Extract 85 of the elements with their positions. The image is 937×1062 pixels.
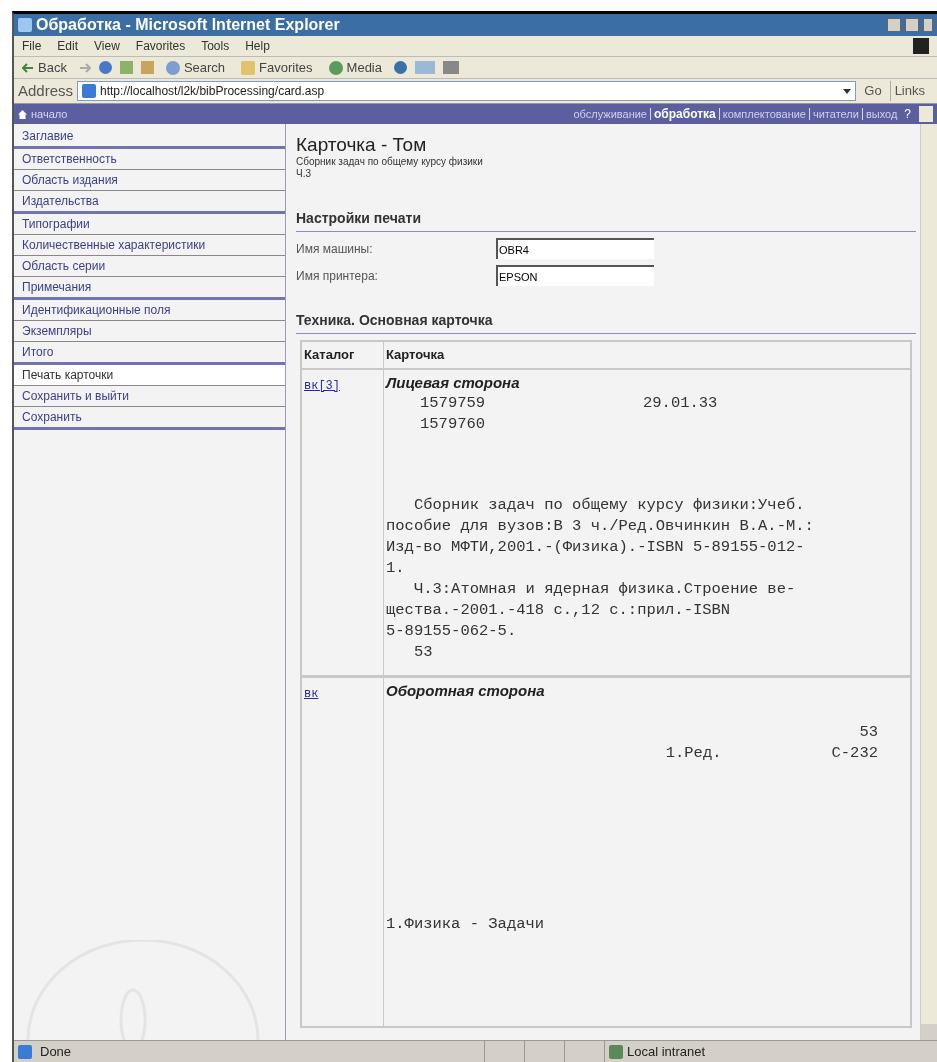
address-label: Address — [18, 80, 74, 101]
card-text-line: 1. — [386, 557, 406, 579]
input-field[interactable]: EPSON — [496, 265, 654, 286]
column-header: Карточка — [385, 346, 446, 364]
menu-item[interactable]: Help — [245, 37, 270, 55]
status-text: Done — [40, 1042, 72, 1061]
back-button[interactable]: Back — [18, 57, 71, 78]
classification-code: 53 — [859, 721, 878, 743]
sidebar-item[interactable]: Экземпляры — [14, 321, 285, 342]
input-field[interactable]: OBR4 — [496, 238, 654, 259]
forward-button[interactable] — [78, 62, 91, 73]
home-link[interactable]: начало — [31, 105, 68, 123]
help-link[interactable]: ? — [900, 105, 915, 123]
sidebar-item[interactable]: Примечания — [14, 277, 285, 297]
menu-item[interactable]: Edit — [57, 37, 79, 55]
sidebar-item[interactable]: Сохранить — [14, 407, 285, 427]
sidebar-item[interactable]: Издательства — [14, 191, 285, 211]
links-button[interactable]: Links — [889, 81, 933, 101]
inventory-number: 1579759 — [420, 392, 487, 414]
card-text-line: Сборник задач по общему курсу физики:Учеб. — [412, 494, 806, 516]
nav-link[interactable]: обработка — [649, 108, 719, 120]
page-icon — [82, 84, 97, 98]
nav-link[interactable]: выход — [861, 108, 901, 120]
inventory-number: 29.01.33 — [643, 392, 718, 414]
card-text-line: пособие для вузов:В 3 ч./Ред.Овчинкин В.А.-М.: — [386, 515, 815, 537]
section-heading: Настройки печати — [296, 208, 916, 232]
column-header: Каталог — [302, 342, 384, 368]
back-arrow-icon — [22, 62, 34, 73]
page-title: Карточка - Том — [296, 134, 428, 156]
search-button[interactable]: Search — [161, 57, 230, 78]
sidebar-item[interactable]: Количественные характеристики — [14, 235, 285, 256]
scroll-down-button[interactable] — [921, 1024, 937, 1040]
favorites-button[interactable]: Favorites — [237, 57, 317, 78]
nav-link[interactable]: обслуживание — [570, 108, 650, 120]
menu-item[interactable]: Favorites — [135, 37, 186, 55]
page-icon — [18, 1044, 32, 1059]
nav-link[interactable]: читатели — [809, 108, 862, 120]
sidebar-item[interactable]: Сохранить и выйти — [14, 386, 285, 407]
minimize-button[interactable] — [887, 18, 901, 32]
inventory-number: 1579760 — [420, 413, 487, 435]
menu-item[interactable]: View — [94, 37, 120, 55]
close-button[interactable] — [923, 18, 933, 32]
catalog-link[interactable]: вк[3] — [304, 378, 340, 393]
media-icon — [328, 60, 343, 75]
catalog-link[interactable]: вк — [304, 686, 319, 701]
sidebar-item[interactable]: Ответственность — [14, 149, 285, 170]
window-title: Обработка - Microsoft Internet Explorer — [36, 15, 340, 35]
nav-link[interactable]: комплектование — [718, 108, 809, 120]
volume-label: Ч.3 — [296, 168, 312, 180]
field-label: Имя машины: — [296, 240, 374, 258]
go-button[interactable]: Go — [860, 81, 886, 101]
scroll-up-button[interactable] — [919, 106, 933, 122]
section-heading: Техника. Основная карточка — [296, 310, 916, 334]
home-icon — [18, 109, 27, 119]
sidebar-item[interactable]: Заглавие — [14, 126, 285, 146]
card-side-title: Оборотная сторона — [386, 680, 546, 701]
card-side-title: Лицевая сторона — [386, 372, 521, 393]
address-field[interactable]: http://localhost/l2k/bibProcessing/card.asp — [77, 81, 857, 101]
subject-heading: 1.Физика - Задачи — [386, 913, 546, 935]
added-entry: 1.Ред. — [665, 742, 722, 764]
card-text-line: 5-89155-062-5. — [386, 620, 518, 642]
menu-item[interactable]: File — [22, 37, 42, 55]
sidebar-item[interactable]: Типографии — [14, 214, 285, 235]
folder-icon — [241, 60, 256, 75]
card-text-line: Ч.3:Атомная и ядерная физика.Строение ве- — [412, 578, 797, 600]
sidebar-item[interactable]: Итого — [14, 342, 285, 362]
author-cipher: С-232 — [831, 742, 878, 764]
card-text-line: щества.-2001.-418 с.,12 с.:прил.-ISBN — [386, 599, 732, 621]
sidebar-item[interactable]: Идентификационные поля — [14, 300, 285, 321]
dropdown-arrow-icon — [843, 88, 852, 94]
scrollbar[interactable] — [920, 124, 937, 1040]
card-text-line: 53 — [412, 641, 434, 663]
network-icon — [609, 1044, 623, 1059]
field-label: Имя принтера: — [296, 267, 379, 285]
sidebar-item[interactable]: Область серии — [14, 256, 285, 277]
sidebar-item[interactable]: Печать карточки — [14, 365, 285, 386]
security-zone: Local intranet — [627, 1042, 706, 1061]
media-button[interactable]: Media — [324, 57, 386, 78]
page-subtitle: Сборник задач по общему курсу физики — [296, 156, 484, 168]
sidebar-item[interactable]: Область издания — [14, 170, 285, 191]
card-text-line: Изд-во МФТИ,2001.-(Физика).-ISBN 5-89155-012- — [386, 536, 806, 558]
search-icon — [165, 60, 180, 75]
menu-item[interactable]: Tools — [201, 37, 230, 55]
browser-icon — [18, 18, 32, 32]
maximize-button[interactable] — [905, 18, 919, 32]
